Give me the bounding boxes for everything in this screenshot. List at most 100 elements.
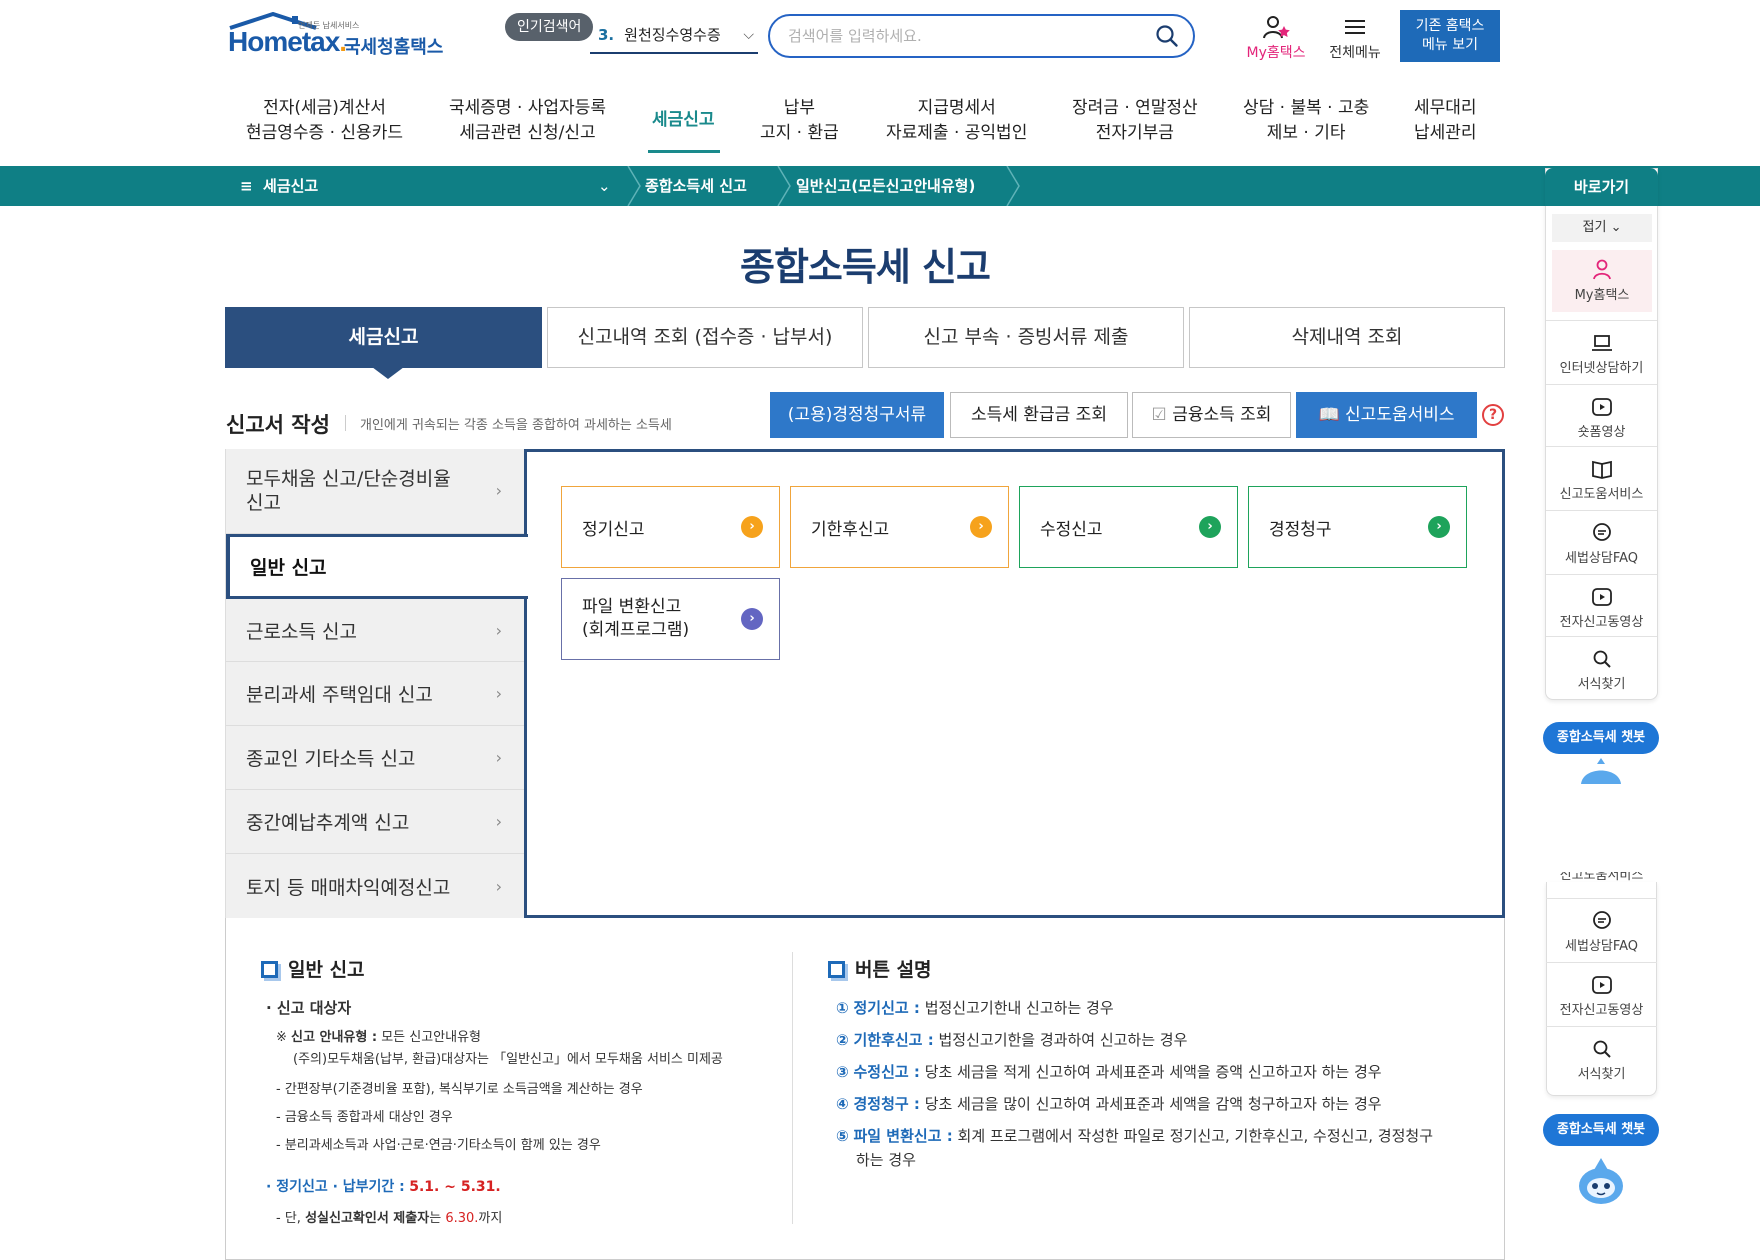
quick-filing-help[interactable]: 신고도움서비스 [1546,446,1657,510]
play-icon [1591,976,1612,994]
quick-item-label: 세법상담FAQ [1564,939,1639,954]
gnb-label-2: 자료제출 · 공익법인 [886,123,1028,143]
gnb-label-2: 제보 · 기타 [1266,123,1346,143]
refund-inquiry-button[interactable]: 소득세 환급금 조회 [950,392,1128,438]
quick-faq-lower[interactable]: 세법상담FAQ [1546,898,1657,962]
left-menu-label: 종교인 기타소득 신고 [246,748,416,770]
financial-income-button[interactable]: ☑ 금융소득 조회 [1132,392,1291,438]
left-menu-item-rental[interactable]: 분리과세 주택임대 신고 › [226,662,526,726]
popular-rank: 3. [598,26,615,44]
gnb-payment[interactable]: 납부고지 · 환급 [760,96,839,146]
popular-search-select[interactable]: 3. 원천징수영수증 ⌵ [590,18,758,54]
quick-my-hometax[interactable]: My홈택스 [1552,250,1652,312]
gnb-tax-filing[interactable]: 세금신고 [652,108,715,133]
breadcrumb-level2[interactable]: 종합소득세 신고 [645,166,747,206]
arrow-right-icon: › [741,516,763,538]
regular-filing-card[interactable]: 정기신고 › [561,486,780,568]
file-conversion-card[interactable]: 파일 변환신고 (회계프로그램) › [561,578,780,660]
quick-e-filing-video[interactable]: 전자신고동영상 [1546,574,1657,638]
tab-tax-filing[interactable]: 세금신고 [225,307,542,368]
hamburger-menu-icon: ≡ [240,177,253,195]
item-text: 법정신고기한내 신고하는 경우 [924,999,1114,1017]
quick-shortform-video[interactable]: 숏폼영상 [1546,384,1657,448]
left-menu-item-prefilled[interactable]: 모두채움 신고/단순경비율 신고 › [226,449,526,534]
play-icon [1591,398,1612,416]
chatbot-mascot-icon[interactable] [1574,1152,1628,1206]
correction-claim-docs-button[interactable]: (고용)경정청구서류 [770,392,944,438]
card-label: 경정청구 [1269,519,1332,540]
left-menu-item-religious[interactable]: 종교인 기타소득 신고 › [226,726,526,790]
item-num: ② [836,1031,849,1049]
note-bold: 성실신고확인서 제출자 [305,1211,430,1226]
late-filing-card[interactable]: 기한후신고 › [790,486,1009,568]
button-desc-item: ③ 수정신고 : 당초 세금을 적게 신고하여 과세표준과 세액을 증액 신고하… [836,1061,1382,1082]
tab-attachments[interactable]: 신고 부속 · 증빙서류 제출 [868,307,1184,368]
legacy-menu-button[interactable]: 기존 홈택스 메뉴 보기 [1400,10,1500,62]
button-desc-item: ⑤ 파일 변환신고 : 회계 프로그램에서 작성한 파일로 정기신고, 기한후신… [836,1125,1433,1146]
quick-menu-title: 바로가기 [1545,168,1658,206]
gnb-label-2: 고지 · 환급 [760,123,839,143]
left-menu-item-earned-income[interactable]: 근로소득 신고 › [226,599,526,662]
chevron-right-icon: › [495,620,502,640]
search-icon[interactable] [1155,24,1179,48]
left-menu-item-general[interactable]: 일반 신고 [226,534,528,599]
quick-fold-button[interactable]: 접기 ⌄ [1552,214,1652,242]
breadcrumb-menu[interactable]: ≡ 세금신고 [240,166,318,206]
chevron-right-icon: › [495,812,502,831]
tab-filing-history[interactable]: 신고내역 조회 (접수증 · 납부서) [547,307,863,368]
hometax-logo[interactable]: 언제든 납세서비스 Hometax. 국세청홈택스 [228,12,448,62]
gnb-label-1: 납부 [783,98,816,118]
filing-help-service-button[interactable]: 📖 신고도움서비스 [1296,392,1477,438]
chevron-down-icon[interactable]: ⌄ [598,166,611,206]
note-mark: ※ [276,1030,287,1045]
guide-text: 모든 신고안내유형 [381,1030,482,1045]
logo-korean-name: 국세청홈택스 [344,37,444,58]
item-label: 정기신고 : [853,999,920,1017]
tab-active-pointer [372,367,404,379]
filing-period-value: 5.1. ~ 5.31. [409,1179,501,1195]
quick-faq[interactable]: 세법상담FAQ [1546,510,1657,574]
card-label: (회계프로그램) [582,620,690,640]
item-label: 수정신고 : [853,1063,920,1081]
correction-claim-card[interactable]: 경정청구 › [1248,486,1467,568]
all-menu-button[interactable]: 전체메뉴 [1320,14,1390,62]
amended-filing-card[interactable]: 수정신고 › [1019,486,1238,568]
left-menu-item-land[interactable]: 토지 등 매매차익예정신고 › [226,854,526,918]
button-desc-item: ④ 경정청구 : 당초 세금을 많이 신고하여 과세표준과 세액을 감액 청구하… [836,1093,1382,1114]
search-input[interactable] [788,25,1128,47]
chevron-right-icon: › [495,748,502,767]
tab-deletion-history[interactable]: 삭제내역 조회 [1189,307,1505,368]
quick-form-search[interactable]: 서식찾기 [1546,636,1657,700]
item-num: ⑤ [836,1127,849,1145]
gnb-tax-agent[interactable]: 세무대리 납세관리 [1414,96,1477,146]
gnb-e-invoice[interactable]: 전자(세금)계산서 현금영수증 · 신용카드 [246,96,403,146]
item-text: 당초 세금을 적게 신고하여 과세표준과 세액을 증액 신고하고자 하는 경우 [924,1063,1382,1081]
gnb-certificates[interactable]: 국세증명 · 사업자등록 세금관련 신청/신고 [449,96,606,146]
quick-e-filing-video-lower[interactable]: 전자신고동영상 [1546,962,1657,1026]
my-hometax-button[interactable]: My홈택스 [1238,14,1314,62]
help-icon[interactable]: ? [1482,404,1504,426]
search-icon [1593,650,1611,668]
breadcrumb-menu-label: 세금신고 [263,177,319,195]
quick-form-search-lower[interactable]: 서식찾기 [1546,1026,1657,1090]
quick-internet-consult[interactable]: 인터넷상담하기 [1546,320,1657,384]
quick-item-label: 서식찾기 [1577,1067,1626,1082]
gnb-payment-statements[interactable]: 지급명세서 자료제출 · 공익법인 [886,96,1027,146]
book-icon [1591,460,1612,479]
filing-period: · 정기신고 · 납부기간 : 5.1. ~ 5.31. [266,1176,501,1196]
quick-item-label: 숏폼영상 [1577,425,1626,440]
gnb-incentives[interactable]: 장려금 · 연말정산 전자기부금 [1072,96,1198,146]
chevron-right-icon: › [495,481,502,500]
chatbot-button[interactable]: 종합소득세 챗봇 [1543,722,1659,754]
button-desc-item: ① 정기신고 : 법정신고기한내 신고하는 경우 [836,997,1114,1018]
gnb-consulting[interactable]: 상담 · 불복 · 고충 제보 · 기타 [1243,96,1369,146]
left-menu-label: 모두채움 신고/단순경비율 [246,468,451,490]
card-label: 정기신고 [582,519,645,540]
quick-item-label: 인터넷상담하기 [1559,361,1644,376]
section-description: 개인에게 귀속되는 각종 소득을 종합하여 과세하는 소득세 [360,418,672,433]
breadcrumb-level3[interactable]: 일반신고(모든신고안내유형) [796,166,975,206]
item-num: ① [836,999,849,1017]
chatbot-button-lower[interactable]: 종합소득세 챗봇 [1543,1114,1659,1146]
left-menu-item-interim[interactable]: 중간예납추계액 신고 › [226,790,526,854]
chatbot-mascot-icon [1581,758,1621,784]
